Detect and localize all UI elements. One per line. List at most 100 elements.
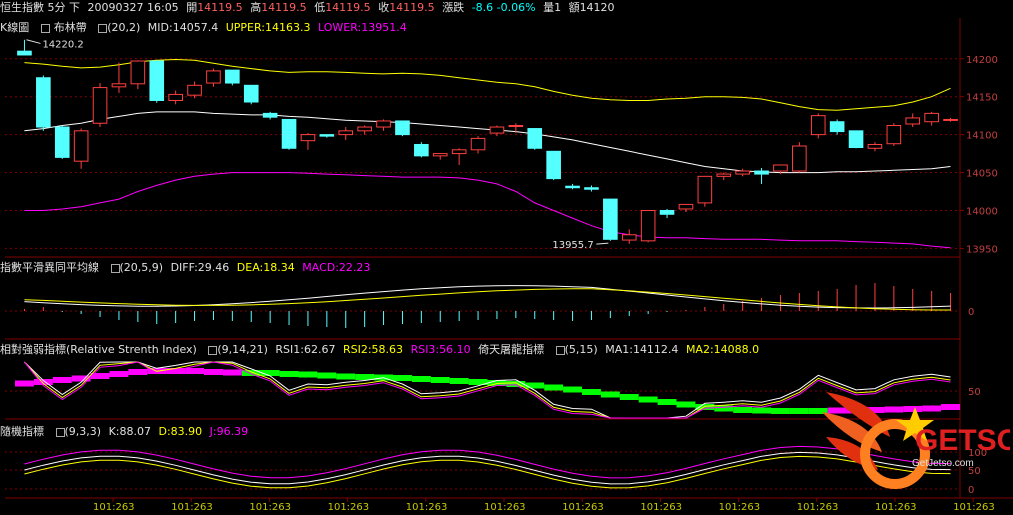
yitian-band: [449, 378, 469, 384]
price-tick-label: 13950: [966, 244, 998, 255]
time-label: 101:263: [171, 502, 213, 513]
watermark-text: GETSO: [915, 424, 1010, 457]
candle-body: [905, 117, 921, 125]
kdj-d-line: [24, 455, 951, 489]
candle-body: [659, 209, 675, 215]
candle-body: [130, 60, 146, 85]
candle-body: [92, 87, 108, 124]
candle-body: [432, 153, 448, 157]
yitian-band: [393, 375, 412, 381]
time-label: 101:263: [484, 502, 526, 513]
yitian-band: [771, 408, 790, 414]
candle-body: [395, 120, 410, 136]
yitian-band: [657, 399, 677, 405]
yitian-band: [222, 369, 242, 376]
candle-body: [338, 130, 354, 136]
yitian-band: [525, 382, 545, 389]
time-label: 101:263: [93, 502, 135, 513]
yitian-band: [15, 380, 34, 387]
candle-body: [527, 128, 543, 149]
time-label: 101:263: [249, 502, 291, 513]
yitian-band: [752, 407, 771, 414]
candle-body: [73, 130, 89, 162]
candle-body: [281, 118, 297, 149]
candle-body: [262, 112, 278, 118]
candle-body: [149, 60, 165, 101]
low-marker-line: [596, 242, 609, 245]
price-tick-label: 14100: [966, 131, 998, 142]
candle-body: [678, 203, 694, 210]
candle-body: [735, 170, 750, 175]
yitian-band: [411, 376, 431, 382]
yitian-band: [733, 407, 753, 413]
yitian-band: [109, 371, 129, 377]
candle-body: [17, 50, 32, 56]
candle-body: [414, 143, 429, 157]
candle-body: [603, 198, 618, 240]
candle-body: [640, 209, 656, 242]
time-label: 101:263: [406, 502, 448, 513]
candle-body: [697, 175, 713, 204]
getso-watermark: GETSO GetJetso.com: [820, 382, 1010, 507]
candle-body: [319, 134, 335, 137]
yitian-band: [676, 401, 696, 408]
candle-body: [168, 93, 183, 101]
yitian-band: [789, 408, 809, 414]
candle-body: [451, 149, 467, 155]
yitian-band: [317, 372, 337, 379]
time-label: 101:263: [562, 502, 604, 513]
candle-body: [924, 112, 939, 123]
yitian-band: [52, 377, 72, 383]
candle-body: [225, 69, 240, 84]
price-tick-label: 14050: [966, 169, 998, 180]
candle-body: [54, 126, 70, 158]
price-tick-label: 14150: [966, 93, 998, 104]
yitian-band: [638, 396, 658, 403]
candle-body: [792, 145, 807, 172]
candle-body: [886, 125, 902, 145]
candle-body: [754, 170, 769, 175]
candle-body: [773, 164, 788, 172]
yitian-band: [544, 384, 564, 391]
candle-body: [867, 143, 883, 149]
candle-body: [357, 126, 372, 132]
candle-body: [508, 125, 524, 128]
yitian-band: [619, 394, 639, 400]
candle-body: [489, 126, 505, 134]
low-marker-label: 13955.7: [552, 240, 593, 251]
yitian-band: [204, 369, 223, 375]
candle-body: [187, 84, 202, 96]
candle-body: [943, 118, 958, 121]
high-marker-label: 14220.2: [42, 39, 83, 50]
candle-body: [546, 150, 561, 180]
candle-body: [584, 187, 599, 190]
candle-body: [300, 134, 316, 142]
yitian-band: [563, 386, 582, 393]
macd-tick-label: 0: [968, 307, 974, 318]
yitian-band: [600, 391, 620, 398]
yitian-band: [298, 371, 318, 378]
candle-body: [243, 84, 259, 103]
candle-body: [111, 83, 127, 88]
candle-body: [716, 173, 732, 177]
candle-body: [810, 115, 826, 136]
yitian-band: [336, 373, 356, 380]
time-label: 101:263: [719, 502, 761, 513]
price-tick-label: 14000: [966, 206, 998, 217]
candle-body: [565, 185, 580, 189]
candle-body: [206, 70, 221, 84]
watermark-subtext: GetJetso.com: [912, 458, 974, 469]
getso-logo-icon: GETSO GetJetso.com: [822, 392, 1010, 489]
yitian-band: [279, 371, 299, 377]
price-tick-label: 14200: [966, 55, 998, 66]
candle-body: [376, 120, 391, 128]
candle-body: [36, 77, 51, 128]
candle-body: [829, 121, 845, 133]
yitian-band: [430, 377, 450, 383]
yitian-band: [128, 369, 148, 375]
high-marker-line: [26, 39, 41, 44]
time-label: 101:263: [328, 502, 370, 513]
candle-body: [470, 137, 486, 151]
candle-body: [848, 130, 864, 149]
candle-body: [621, 234, 637, 241]
